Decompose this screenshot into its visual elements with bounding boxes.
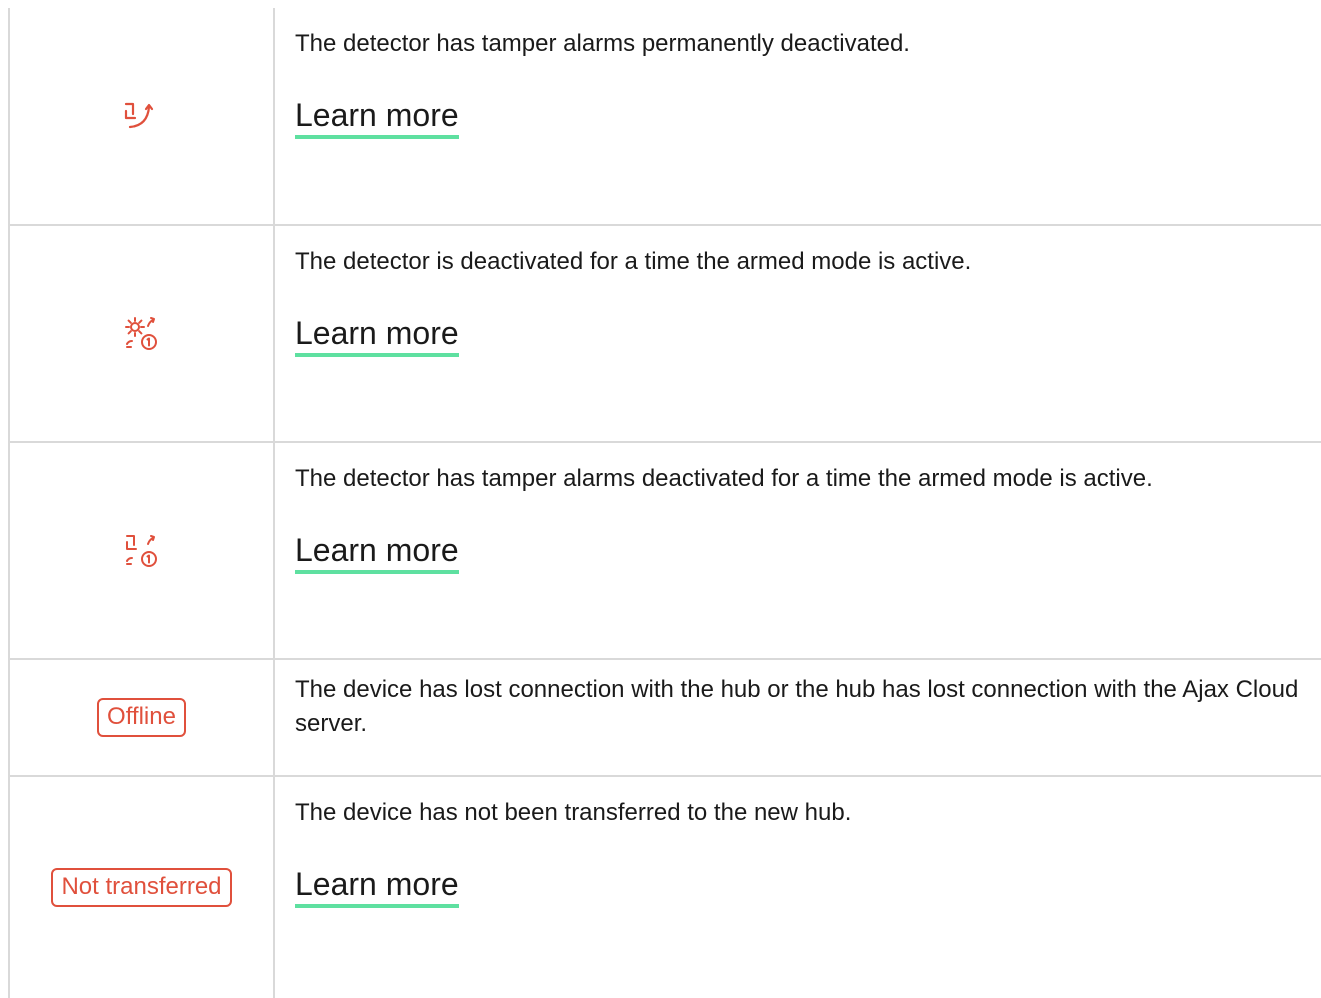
- icon-cell: Offline: [10, 660, 275, 775]
- tamper-once-icon: [122, 531, 162, 571]
- icon-cell: Not transferred: [10, 777, 275, 998]
- learn-more-link[interactable]: Learn more: [295, 866, 459, 908]
- row-description: The detector is deactivated for a time t…: [295, 248, 972, 275]
- offline-badge: Offline: [97, 698, 186, 737]
- gear-once-icon: [122, 314, 162, 354]
- learn-more-link[interactable]: Learn more: [295, 315, 459, 357]
- icon-cell: [10, 8, 275, 224]
- row-description: The detector has tamper alarms deactivat…: [295, 465, 1153, 492]
- description-cell: The detector has tamper alarms permanent…: [275, 8, 1321, 224]
- table-row: The detector has tamper alarms deactivat…: [10, 443, 1321, 660]
- description-cell: The detector is deactivated for a time t…: [275, 226, 1321, 441]
- row-description: The device has not been transferred to t…: [295, 799, 852, 826]
- not-transferred-badge: Not transferred: [51, 868, 232, 907]
- learn-more-link[interactable]: Learn more: [295, 97, 459, 139]
- tamper-off-icon: [122, 101, 162, 131]
- description-cell: The device has not been transferred to t…: [275, 777, 1321, 998]
- row-description: The device has lost connection with the …: [295, 676, 1299, 737]
- table-row: Offline The device has lost connection w…: [10, 660, 1321, 777]
- row-description: The detector has tamper alarms permanent…: [295, 30, 910, 57]
- icon-cell: [10, 226, 275, 441]
- icon-cell: [10, 443, 275, 658]
- learn-more-link[interactable]: Learn more: [295, 532, 459, 574]
- description-cell: The device has lost connection with the …: [275, 660, 1321, 775]
- table-row: The detector is deactivated for a time t…: [10, 226, 1321, 443]
- table-row: Not transferred The device has not been …: [10, 777, 1321, 998]
- status-icons-table: The detector has tamper alarms permanent…: [8, 8, 1321, 998]
- table-row: The detector has tamper alarms permanent…: [10, 8, 1321, 226]
- description-cell: The detector has tamper alarms deactivat…: [275, 443, 1321, 658]
